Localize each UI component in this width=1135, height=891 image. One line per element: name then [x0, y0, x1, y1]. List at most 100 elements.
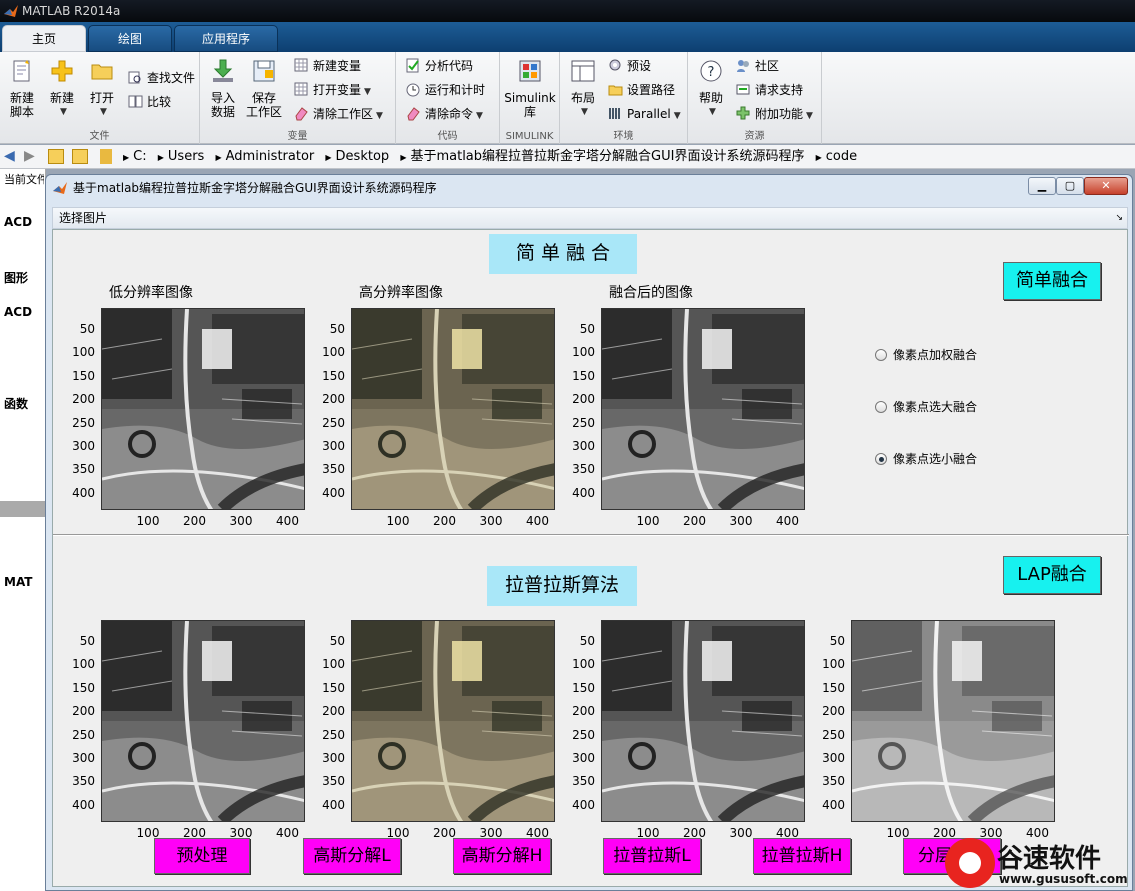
set-path-button[interactable]: 设置路径	[608, 80, 675, 100]
laplace-l-button[interactable]: 拉普拉斯L	[603, 838, 701, 874]
y-tick-label: 300	[322, 751, 345, 765]
folder-icon	[100, 149, 112, 164]
radio-weighted-dot[interactable]	[875, 349, 887, 361]
y-tick-label: 100	[322, 657, 345, 672]
figure-menubar: 选择图片 ↘	[52, 207, 1128, 229]
up-folder-icon[interactable]	[48, 149, 64, 164]
chevron-down-icon: ▼	[100, 107, 107, 117]
browse-folder-icon[interactable]	[72, 149, 88, 164]
parallel-button[interactable]: Parallel ▼	[608, 104, 681, 124]
import-data-button[interactable]: 导入 数据	[208, 58, 238, 119]
preferences-label: 预设	[627, 59, 652, 73]
open-variable-button[interactable]: 打开变量 ▼	[294, 80, 371, 100]
y-tick-label: 50	[79, 634, 95, 648]
breadcrumb-item[interactable]: C:	[133, 149, 146, 164]
compare-button[interactable]: 比较	[128, 92, 171, 112]
y-tick-label: 300	[572, 751, 595, 765]
tab-home[interactable]: 主页	[2, 25, 86, 52]
menu-select-image[interactable]: 选择图片	[59, 211, 107, 225]
forward-arrow-icon[interactable]: ▶	[24, 145, 35, 168]
back-arrow-icon[interactable]: ◀	[4, 145, 15, 168]
breadcrumb-item[interactable]: 基于matlab编程拉普拉斯金字塔分解融合GUI界面设计系统源码程序	[410, 149, 804, 164]
preprocess-button[interactable]: 预处理	[154, 838, 250, 874]
fused-label: 融合后的图像	[609, 285, 693, 301]
x-tick-label: 100	[136, 826, 160, 840]
chevron-down-icon: ▼	[376, 111, 383, 121]
tab-apps[interactable]: 应用程序	[174, 25, 278, 52]
breadcrumb-separator-icon: ▶	[215, 153, 222, 162]
x-tick-label: 100	[386, 514, 410, 528]
lap-fusion-button[interactable]: LAP融合	[1003, 556, 1101, 594]
simple-fusion-button[interactable]: 简单融合	[1003, 262, 1101, 300]
preferences-button[interactable]: 预设	[608, 56, 651, 76]
minimize-button[interactable]: ▁	[1028, 177, 1056, 195]
help-button[interactable]: ? 帮助 ▼	[696, 58, 726, 119]
y-tick-label: 50	[79, 322, 95, 336]
breadcrumb-item[interactable]: Administrator	[226, 149, 315, 164]
simple-fusion-header: 简 单 融 合	[489, 234, 637, 274]
find-files-icon	[128, 71, 141, 84]
community-label: 社区	[755, 59, 780, 73]
simulink-library-button[interactable]: Simulink 库	[504, 58, 556, 119]
clear-workspace-label: 清除工作区	[313, 107, 374, 121]
code-section-label: 代码	[437, 131, 458, 142]
open-button[interactable]: 打开 ▼	[86, 58, 118, 119]
set-path-label: 设置路径	[627, 83, 676, 97]
panel-item[interactable]: ACD	[4, 305, 32, 319]
radio-weighted[interactable]: 像素点加权融合	[875, 348, 977, 362]
radio-min[interactable]: 像素点选小融合	[875, 452, 977, 466]
run-and-time-button[interactable]: 运行和计时	[406, 80, 485, 100]
breadcrumb: ▶ C: ▶ Users ▶ Administrator ▶ Desktop ▶ 基于ma…	[116, 145, 857, 169]
tab-plots[interactable]: 绘图	[88, 25, 172, 52]
y-tick-label: 250	[72, 415, 95, 430]
x-tick-label: 400	[276, 514, 299, 528]
ribbon-section-code: 分析代码 运行和计时 清除命令 ▼ 代码	[396, 52, 500, 144]
panel-item[interactable]: 函数	[4, 395, 28, 412]
menu-arrow-icon[interactable]: ↘	[1115, 208, 1123, 228]
community-button[interactable]: 社区	[736, 56, 779, 76]
section-divider	[53, 534, 1129, 536]
chevron-down-icon: ▼	[806, 111, 813, 121]
panel-item[interactable]: 图形	[4, 269, 28, 286]
breadcrumb-item[interactable]: code	[826, 149, 857, 164]
y-tick-label: 100	[572, 345, 595, 360]
new-script-button[interactable]: 新建 脚本	[6, 58, 38, 119]
save-workspace-button[interactable]: 保存 工作区	[246, 58, 282, 119]
low-res-axes	[101, 308, 305, 510]
panel-item[interactable]: ACD	[4, 215, 32, 229]
radio-max[interactable]: 像素点选大融合	[875, 400, 977, 414]
gauss-l-button[interactable]: 高斯分解L	[303, 838, 401, 874]
panel-item[interactable]: MAT	[4, 575, 32, 589]
laplace-h-button[interactable]: 拉普拉斯H	[753, 838, 851, 874]
gauss-h-button[interactable]: 高斯分解H	[453, 838, 551, 874]
x-tick-label: 100	[636, 514, 660, 528]
save-workspace-label: 保存 工作区	[246, 91, 283, 119]
find-files-button[interactable]: 查找文件	[128, 68, 195, 88]
selected-row[interactable]	[0, 501, 46, 517]
analyze-code-button[interactable]: 分析代码	[406, 56, 473, 76]
new-variable-label: 新建变量	[313, 59, 362, 73]
y-tick-label: 350	[322, 774, 345, 789]
save-workspace-icon	[253, 60, 275, 82]
chevron-down-icon: ▼	[709, 107, 716, 117]
parallel-label: Parallel	[627, 107, 671, 121]
request-support-button[interactable]: 请求支持	[736, 80, 803, 100]
addons-button[interactable]: 附加功能 ▼	[736, 104, 813, 124]
breadcrumb-item[interactable]: Users	[168, 149, 204, 164]
clear-workspace-button[interactable]: 清除工作区 ▼	[294, 104, 383, 124]
clear-commands-button[interactable]: 清除命令 ▼	[406, 104, 483, 124]
y-tick-label: 100	[822, 657, 845, 672]
x-tick-label: 400	[526, 514, 549, 528]
breadcrumb-item[interactable]: Desktop	[336, 149, 390, 164]
new-variable-button[interactable]: 新建变量	[294, 56, 361, 76]
maximize-button[interactable]: ▢	[1056, 177, 1084, 195]
radio-min-dot[interactable]	[875, 453, 887, 465]
new-button[interactable]: 新建 ▼	[46, 58, 78, 119]
y-tick-label: 100	[322, 345, 345, 360]
close-button[interactable]: ✕	[1084, 177, 1128, 195]
x-tick-label: 400	[526, 826, 549, 840]
radio-max-dot[interactable]	[875, 401, 887, 413]
layer-axes	[851, 620, 1055, 822]
simulink-library-label: Simulink 库	[504, 91, 556, 119]
layout-button[interactable]: 布局 ▼	[568, 58, 598, 119]
